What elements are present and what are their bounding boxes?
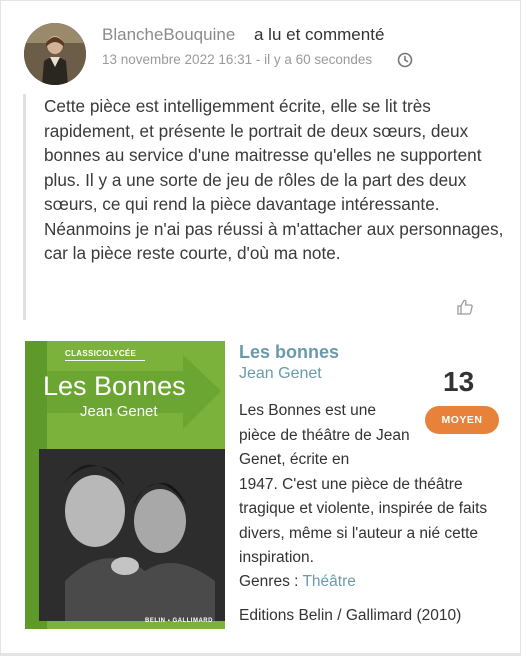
book-title-link[interactable]: Les bonnes [239,342,339,363]
clock-icon[interactable] [396,51,414,69]
genres-label: Genres : [239,573,303,590]
edition-info: Editions Belin / Gallimard (2010) [239,607,462,624]
cover-series: CLASSICOLYCÉE [65,349,137,358]
cover-divider [65,360,145,361]
username-link[interactable]: BlancheBouquine [102,25,235,45]
summary-part-1: Les Bonnes est une pièce de théâtre de J… [239,402,410,468]
book-score: 13 [443,366,475,397]
timestamp: 13 novembre 2022 16:31 - il y a 60 secon… [102,52,373,67]
genre-link-theatre[interactable]: Théâtre [302,573,355,590]
avatar-image [24,23,86,85]
book-cover[interactable]: CLASSICOLYCÉE Les Bonnes Jean Genet BELI… [25,341,225,629]
review-quote: Cette pièce est intelligemment écrite, e… [23,94,503,320]
cover-publisher: BELIN ▪ GALLIMARD [145,618,213,624]
cover-author: Jean Genet [80,403,158,420]
review-text: Cette pièce est intelligemment écrite, e… [44,96,504,263]
review-card: BlancheBouquine a lu et commenté 13 nove… [0,0,521,656]
summary-part-2: 1947. C'est une pièce de théâtre tragiqu… [239,475,488,567]
genres: Genres : Théâtre [239,573,356,591]
thumbs-up-icon[interactable] [456,298,474,316]
book-summary: Les Bonnes est une pièce de théâtre de J… [239,399,491,571]
activity-action: a lu et commenté [254,25,385,44]
cover-title: Les Bonnes [43,371,186,401]
book-author-link[interactable]: Jean Genet [239,365,322,383]
avatar[interactable] [24,23,86,85]
